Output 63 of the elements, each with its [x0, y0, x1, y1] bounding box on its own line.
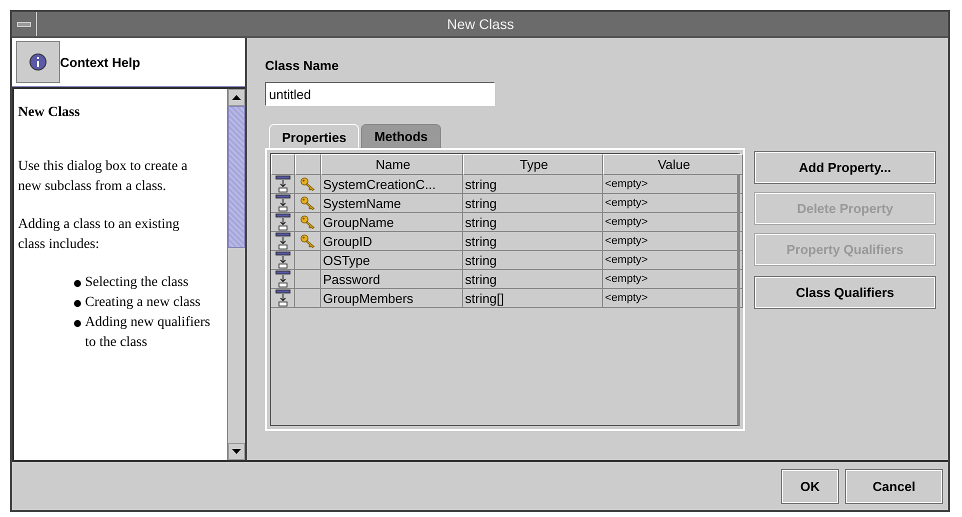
- table-cell: string[]: [463, 289, 603, 308]
- help-bullet: Creating a new class: [85, 294, 200, 312]
- action-button[interactable]: Class Qualifiers: [755, 277, 935, 308]
- table-cell: <empty>: [603, 213, 743, 232]
- table-cell: <empty>: [603, 175, 743, 194]
- table-cell: Password: [321, 270, 463, 289]
- table-cell: <empty>: [603, 270, 743, 289]
- table-cell: string: [463, 232, 603, 251]
- scrollbar-thumb[interactable]: [228, 106, 245, 248]
- panel-title: Context Help: [60, 54, 140, 70]
- tab[interactable]: Properties: [269, 124, 360, 150]
- table-cell: OSType: [321, 251, 463, 270]
- help-bullet: Adding new qualifiers to the class: [85, 314, 212, 352]
- property-icon: [274, 194, 290, 212]
- column-header[interactable]: [295, 154, 321, 175]
- table-cell: string: [463, 270, 603, 289]
- key-icon: [300, 234, 316, 248]
- bullet-icon: [74, 300, 81, 307]
- table-cell: string: [463, 213, 603, 232]
- table-cell: <empty>: [603, 232, 743, 251]
- dialog-button[interactable]: OK: [782, 470, 838, 502]
- table-cell: string: [463, 194, 603, 213]
- key-icon: [300, 177, 316, 191]
- bullet-icon: [74, 320, 81, 327]
- dialog-button[interactable]: Cancel: [846, 470, 942, 502]
- scroll-up-button[interactable]: [228, 89, 245, 106]
- property-icon: [274, 270, 290, 288]
- property-icon: [274, 175, 290, 193]
- table-cell: GroupName: [321, 213, 463, 232]
- tab[interactable]: Methods: [361, 124, 441, 148]
- info-icon: [29, 53, 47, 71]
- help-heading: New Class: [18, 104, 81, 122]
- column-header[interactable]: Value: [603, 154, 743, 175]
- table-cell: <empty>: [603, 289, 743, 308]
- table-cell: string: [463, 175, 603, 194]
- scroll-down-button[interactable]: [228, 443, 245, 460]
- property-icon: [274, 213, 290, 231]
- class-name-field[interactable]: untitled: [265, 82, 495, 106]
- table-cell: string: [463, 251, 603, 270]
- field-label: Class Name: [265, 58, 340, 73]
- help-paragraph: Use this dialog box to create a new subclass from a class.: [18, 158, 189, 196]
- down-arrow-icon: [232, 449, 241, 454]
- property-icon: [274, 289, 290, 307]
- property-icon: [274, 232, 290, 250]
- window-title: New Class: [446, 16, 515, 32]
- column-header[interactable]: Name: [321, 154, 463, 175]
- column-header[interactable]: [271, 154, 295, 175]
- key-icon: [300, 196, 316, 210]
- table-cell: <empty>: [603, 194, 743, 213]
- action-button[interactable]: Add Property...: [755, 152, 935, 183]
- table-cell: SystemCreationC...: [321, 175, 463, 194]
- help-bullet: Selecting the class: [85, 274, 188, 292]
- property-icon: [274, 251, 290, 269]
- column-header[interactable]: Type: [463, 154, 603, 175]
- table-cell: <empty>: [603, 251, 743, 270]
- table-cell: SystemName: [321, 194, 463, 213]
- help-paragraph: Adding a class to an existing class includes:: [18, 216, 180, 254]
- minimize-icon: [17, 22, 31, 26]
- key-icon: [300, 215, 316, 229]
- table-cell: GroupMembers: [321, 289, 463, 308]
- bullet-icon: [74, 280, 81, 287]
- table-cell: GroupID: [321, 232, 463, 251]
- up-arrow-icon: [232, 95, 241, 100]
